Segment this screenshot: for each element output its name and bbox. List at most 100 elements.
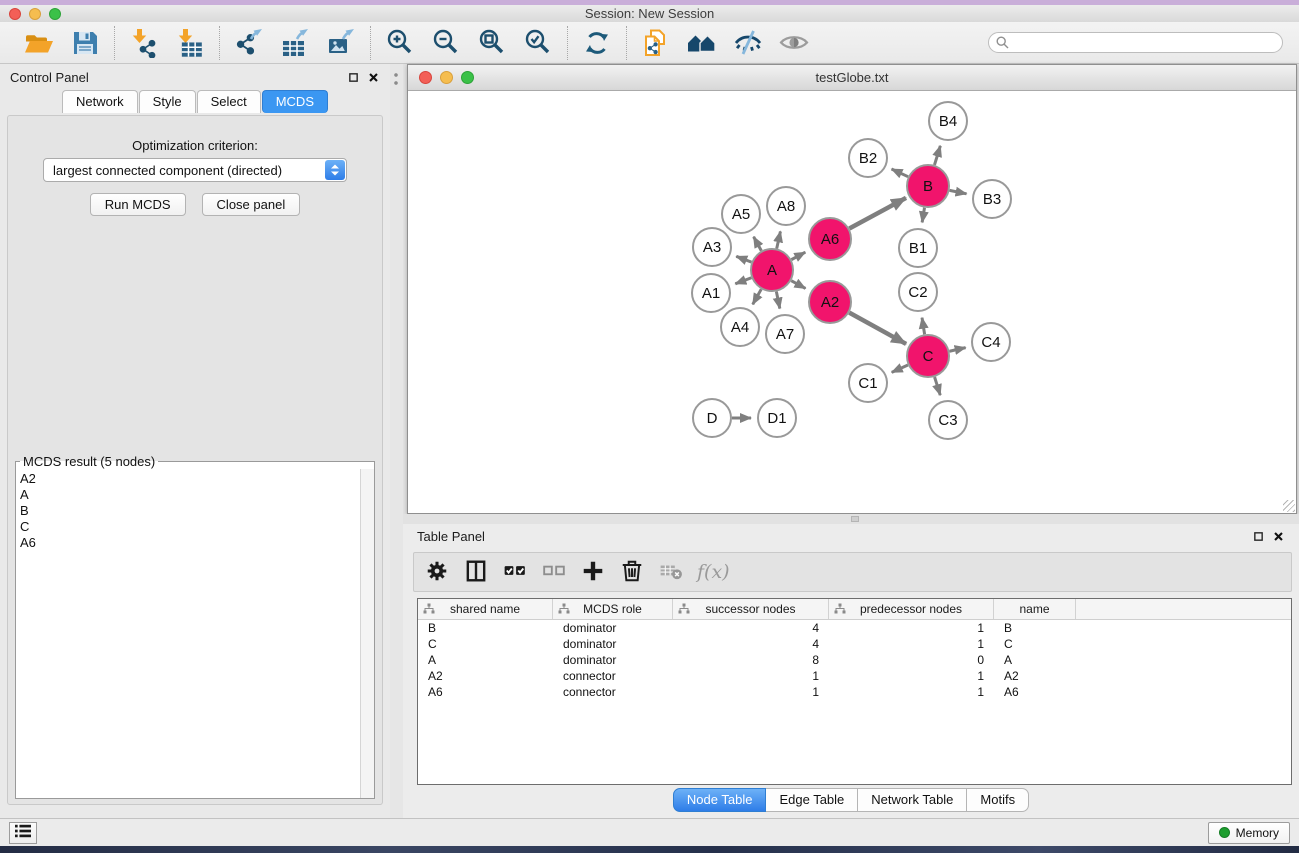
column-header-MCDS-role[interactable]: MCDS role (553, 599, 673, 619)
hide-selected-button[interactable] (731, 26, 765, 60)
table-row[interactable]: A2connector11A2 (418, 668, 1291, 684)
tab-node-table[interactable]: Node Table (673, 788, 767, 812)
node-B1[interactable]: B1 (899, 229, 937, 267)
edge-A-A4[interactable] (753, 289, 762, 304)
resize-grip[interactable] (1283, 500, 1295, 512)
edge-C-C2[interactable] (922, 318, 925, 335)
edge-A-A8[interactable] (777, 231, 781, 248)
tab-network-table[interactable]: Network Table (858, 788, 967, 812)
edge-A-A6[interactable] (791, 252, 805, 259)
criterion-select[interactable]: largest connected component (directed) (43, 158, 347, 182)
tab-mcds[interactable]: MCDS (262, 90, 328, 113)
column-header-shared-name[interactable]: shared name (418, 599, 553, 619)
node-C[interactable]: C (907, 335, 949, 377)
node-D1[interactable]: D1 (758, 399, 796, 437)
export-network-button[interactable] (232, 26, 266, 60)
task-history-button[interactable] (9, 822, 37, 844)
node-A6[interactable]: A6 (809, 218, 851, 260)
edge-A6-B[interactable] (849, 198, 906, 229)
edge-A-A3[interactable] (736, 256, 751, 262)
horizontal-splitter[interactable] (403, 514, 1299, 524)
node-A[interactable]: A (751, 249, 793, 291)
delete-table-button[interactable] (656, 557, 686, 587)
edge-B-B4[interactable] (934, 146, 940, 165)
node-B3[interactable]: B3 (973, 180, 1011, 218)
node-C4[interactable]: C4 (972, 323, 1010, 361)
network-window-titlebar[interactable]: testGlobe.txt (408, 65, 1296, 91)
node-C2[interactable]: C2 (899, 273, 937, 311)
column-header-predecessor-nodes[interactable]: predecessor nodes (829, 599, 994, 619)
import-table-button[interactable] (173, 26, 207, 60)
mcds-result-item[interactable]: A2 (20, 471, 360, 487)
refresh-button[interactable] (580, 26, 614, 60)
edge-B-B3[interactable] (950, 190, 967, 193)
network-canvas[interactable]: B4 B2 B B3 A8A5 A6 A3 B1 A A1 C2 A2 A4A7 C4 C C1 C3 D D1 (408, 91, 1296, 513)
copy-network-button[interactable] (639, 26, 673, 60)
table-row[interactable]: Adominator80A (418, 652, 1291, 668)
node-A1[interactable]: A1 (692, 274, 730, 312)
edge-A-A5[interactable] (754, 237, 762, 251)
edge-C-C3[interactable] (935, 377, 941, 395)
delete-row-button[interactable] (617, 557, 647, 587)
mcds-result-item[interactable]: A6 (20, 535, 360, 551)
save-session-button[interactable] (68, 26, 102, 60)
node-A5[interactable]: A5 (722, 195, 760, 233)
select-all-button[interactable] (500, 557, 530, 587)
table-row[interactable]: Cdominator41C (418, 636, 1291, 652)
mcds-list-scrollbar[interactable] (360, 469, 374, 798)
zoom-out-button[interactable] (429, 26, 463, 60)
zoom-fit-button[interactable] (475, 26, 509, 60)
node-A7[interactable]: A7 (766, 315, 804, 353)
settings-button[interactable] (422, 557, 452, 587)
node-C3[interactable]: C3 (929, 401, 967, 439)
search-input[interactable] (988, 32, 1283, 53)
table-row[interactable]: Bdominator41B (418, 620, 1291, 636)
edge-C-C4[interactable] (949, 348, 965, 352)
mcds-result-item[interactable]: C (20, 519, 360, 535)
zoom-selected-button[interactable] (521, 26, 555, 60)
zoom-in-button[interactable] (383, 26, 417, 60)
tab-select[interactable]: Select (197, 90, 261, 113)
node-A4[interactable]: A4 (721, 308, 759, 346)
panel-splitter[interactable] (390, 64, 403, 818)
close-table-panel-icon[interactable] (1272, 530, 1285, 543)
edge-B-B2[interactable] (892, 169, 909, 177)
export-image-button[interactable] (324, 26, 358, 60)
node-A8[interactable]: A8 (767, 187, 805, 225)
edge-A-A2[interactable] (791, 281, 805, 289)
tab-motifs[interactable]: Motifs (967, 788, 1029, 812)
edge-B-B1[interactable] (922, 208, 924, 223)
close-panel-button[interactable]: Close panel (202, 193, 301, 216)
node-C1[interactable]: C1 (849, 364, 887, 402)
tab-edge-table[interactable]: Edge Table (766, 788, 858, 812)
edge-C-C1[interactable] (892, 365, 908, 372)
add-row-button[interactable] (578, 557, 608, 587)
function-builder-button[interactable]: f(x) (697, 561, 730, 583)
tab-style[interactable]: Style (139, 90, 196, 113)
mcds-result-item[interactable]: A (20, 487, 360, 503)
float-table-panel-icon[interactable] (1252, 530, 1265, 543)
mcds-result-item[interactable]: B (20, 503, 360, 519)
export-table-button[interactable] (278, 26, 312, 60)
first-neighbors-button[interactable] (685, 26, 719, 60)
node-B2[interactable]: B2 (849, 139, 887, 177)
close-panel-icon[interactable] (367, 71, 380, 84)
tab-network[interactable]: Network (62, 90, 138, 113)
float-panel-icon[interactable] (347, 71, 360, 84)
show-all-button[interactable] (777, 26, 811, 60)
node-B4[interactable]: B4 (929, 102, 967, 140)
edge-A-A7[interactable] (776, 292, 779, 309)
memory-button[interactable]: Memory (1208, 822, 1290, 844)
node-A3[interactable]: A3 (693, 228, 731, 266)
table-row[interactable]: A6connector11A6 (418, 684, 1291, 700)
run-mcds-button[interactable]: Run MCDS (90, 193, 186, 216)
column-header-name[interactable]: name (994, 599, 1076, 619)
node-A2[interactable]: A2 (809, 281, 851, 323)
node-B[interactable]: B (907, 165, 949, 207)
edge-A2-C[interactable] (849, 313, 906, 344)
node-D[interactable]: D (693, 399, 731, 437)
edge-A-A1[interactable] (735, 278, 751, 284)
column-header-successor-nodes[interactable]: successor nodes (673, 599, 829, 619)
open-session-button[interactable] (22, 26, 56, 60)
deselect-all-button[interactable] (539, 557, 569, 587)
